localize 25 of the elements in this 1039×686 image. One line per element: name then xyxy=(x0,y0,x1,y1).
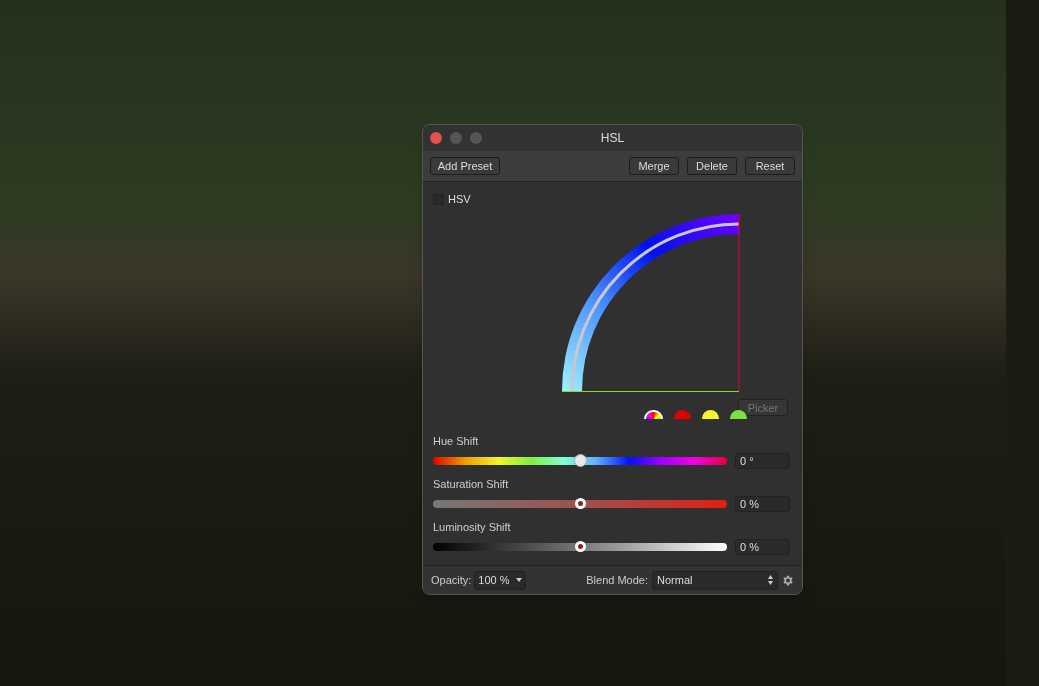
slider-track[interactable] xyxy=(433,542,727,551)
close-icon[interactable] xyxy=(430,132,442,144)
window-title: HSL xyxy=(600,130,625,147)
slider-label: Luminosity Shift xyxy=(433,519,512,534)
toolbar-button[interactable]: Add Preset xyxy=(430,157,500,175)
opacity-dropdown[interactable]: 100 % xyxy=(474,570,527,590)
slider-track[interactable] xyxy=(433,456,727,465)
toolbar-button[interactable]: Delete xyxy=(687,157,737,175)
checkbox-label: HSV xyxy=(448,192,471,207)
stepper-icon xyxy=(768,575,773,585)
value-field[interactable]: 0 % xyxy=(735,495,790,512)
blend-mode-label: Blend Mode: xyxy=(586,572,648,588)
slider-label: Saturation Shift xyxy=(433,476,510,491)
slider-thumb[interactable] xyxy=(574,453,587,467)
value-field[interactable]: 0 ° xyxy=(735,452,790,469)
slider-track[interactable] xyxy=(433,499,727,508)
caret-icon xyxy=(516,578,523,582)
slider-label: Hue Shift xyxy=(433,433,480,448)
settings-icon[interactable] xyxy=(781,573,794,587)
hue-arc-drawing[interactable] xyxy=(561,212,741,393)
toolbar-button[interactable]: Merge xyxy=(629,157,679,175)
opacity-label: Opacity: xyxy=(431,572,472,588)
blend-mode-dropdown[interactable]: Normal xyxy=(652,570,778,590)
value-field[interactable]: 0 % xyxy=(735,538,790,555)
toolbar-button[interactable]: Reset xyxy=(745,157,795,175)
